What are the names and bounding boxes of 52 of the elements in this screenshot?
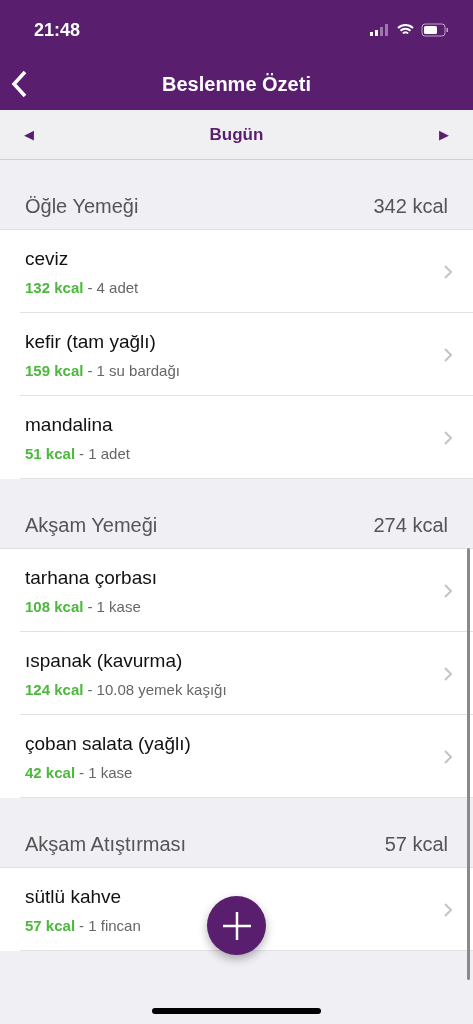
serving-amount: - 1 su bardağı [87, 361, 180, 380]
next-day-button[interactable]: ▶ [439, 124, 449, 145]
serving-amount: - 4 adet [87, 278, 139, 297]
food-row[interactable]: mandalina 51 kcal - 1 adet [0, 396, 473, 479]
meal-name: Akşam Atıştırması [25, 832, 187, 857]
food-row[interactable]: tarhana çorbası 108 kcal - 1 kase [0, 549, 473, 632]
chevron-right-icon [443, 901, 453, 918]
food-name: sütlü kahve [25, 884, 123, 909]
serving-amount: - 1 kase [79, 763, 133, 782]
meal-name: Öğle Yemeği [25, 194, 139, 219]
chevron-right-icon [443, 429, 453, 446]
food-row[interactable]: kefir (tam yağlı) 159 kcal - 1 su bardağı [0, 313, 473, 396]
food-row[interactable]: ıspanak (kavurma) 124 kcal - 10.08 yemek kaşığı [0, 632, 473, 715]
screen-title: Beslenme Özeti [162, 72, 311, 97]
previous-day-button[interactable]: ◀ [24, 124, 34, 145]
status-time: 21:48 [34, 18, 81, 42]
food-name: ıspanak (kavurma) [25, 648, 184, 673]
calorie-value: 57 kcal [25, 916, 76, 935]
serving-amount: - 1 fincan [79, 916, 141, 935]
calorie-value: 124 kcal [25, 680, 84, 699]
chevron-right-icon [443, 748, 453, 765]
serving-amount: - 1 adet [79, 444, 130, 463]
calorie-value: 108 kcal [25, 597, 84, 616]
chevron-right-icon [443, 582, 453, 599]
calorie-value: 51 kcal [25, 444, 76, 463]
chevron-right-icon [443, 346, 453, 363]
food-name: kefir (tam yağlı) [25, 329, 157, 354]
back-icon [10, 70, 28, 98]
meal-total: 57 kcal [384, 832, 448, 857]
calorie-value: 132 kcal [25, 278, 84, 297]
calorie-value: 159 kcal [25, 361, 84, 380]
calorie-value: 42 kcal [25, 763, 76, 782]
serving-amount: - 1 kase [87, 597, 141, 616]
chevron-right-icon [443, 665, 453, 682]
signal-icon [370, 24, 390, 36]
food-row[interactable]: sütlü kahve 57 kcal - 1 fincan [0, 868, 473, 951]
food-name: çoban salata (yağlı) [25, 731, 192, 756]
meal-name: Akşam Yemeği [25, 513, 158, 538]
battery-icon [421, 23, 449, 37]
food-name: mandalina [25, 412, 114, 437]
food-name: tarhana çorbası [25, 565, 159, 590]
wifi-icon [397, 24, 414, 36]
meal-total: 274 kcal [373, 513, 448, 538]
back-button[interactable] [10, 70, 28, 98]
chevron-right-icon [443, 263, 453, 280]
date-label: Bugün [209, 123, 264, 146]
food-row[interactable]: çoban salata (yağlı) 42 kcal - 1 kase [0, 715, 473, 798]
food-row[interactable]: ceviz 132 kcal - 4 adet [0, 230, 473, 313]
food-name: ceviz [25, 246, 70, 271]
meal-total: 342 kcal [373, 194, 448, 219]
serving-amount: - 10.08 yemek kaşığı [87, 680, 227, 699]
plus-icon [221, 910, 252, 941]
